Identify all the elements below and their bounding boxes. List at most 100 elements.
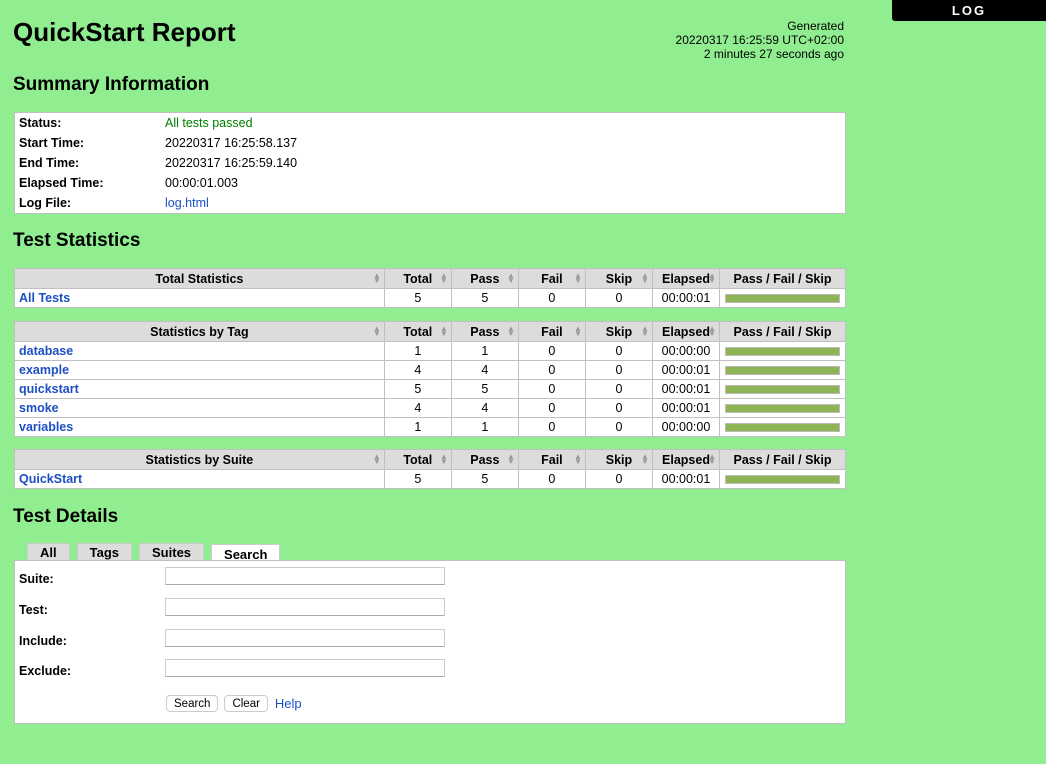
stats-header-skip[interactable]: Skip ▲ ▼ <box>584 449 653 470</box>
stats-header-skip[interactable]: Skip ▲ ▼ <box>584 321 653 342</box>
stats-row: example 4 4 0 0 00:00:01 <box>14 360 846 380</box>
stats-total: 1 <box>383 341 452 361</box>
total-statistics-table: Total Statistics ▲ ▼ Total ▲ ▼ Pass ▲ ▼ Fail ▲ ▼ Ski… <box>14 268 846 308</box>
stats-fail: 0 <box>517 469 586 489</box>
stats-header-row: Total Statistics ▲ ▼ Total ▲ ▼ Pass ▲ ▼ Fail ▲ ▼ Ski… <box>14 268 846 289</box>
stats-elapsed: 00:00:01 <box>651 360 721 380</box>
header-label: Pass / Fail / Skip <box>733 452 832 467</box>
stats-graph <box>719 288 846 308</box>
stats-header-row: Statistics by Tag ▲ ▼ Total ▲ ▼ Pass ▲ ▼ Fail ▲ ▼ Sk… <box>14 321 846 342</box>
tag-statistics-table: Statistics by Tag ▲ ▼ Total ▲ ▼ Pass ▲ ▼ Fail ▲ ▼ Sk… <box>14 321 846 437</box>
stats-header-name[interactable]: Statistics by Tag ▲ ▼ <box>14 321 385 342</box>
stats-row: variables 1 1 0 0 00:00:00 <box>14 417 846 437</box>
stats-row: QuickStart 5 5 0 0 00:00:01 <box>14 469 846 489</box>
header-label: Total <box>403 324 433 339</box>
stats-header-graph: Pass / Fail / Skip <box>719 321 846 342</box>
stats-name-link[interactable]: smoke <box>19 401 59 415</box>
stats-name-link[interactable]: example <box>19 363 69 377</box>
tab-all[interactable]: All <box>27 543 70 561</box>
stats-graph <box>719 379 846 399</box>
header-label: Fail <box>541 271 563 286</box>
header-label: Skip <box>605 271 633 286</box>
stats-header-pass[interactable]: Pass ▲ ▼ <box>450 268 519 289</box>
summary-row-log-file: Log File: log.html <box>15 193 846 214</box>
header-label: Pass <box>470 324 500 339</box>
stats-header-elapsed[interactable]: Elapsed ▲ ▼ <box>651 321 721 342</box>
stats-header-fail[interactable]: Fail ▲ ▼ <box>517 321 586 342</box>
stats-pass: 5 <box>450 469 519 489</box>
stats-header-name[interactable]: Statistics by Suite ▲ ▼ <box>14 449 385 470</box>
generated-ago: 2 minutes 27 seconds ago <box>703 47 844 61</box>
stats-header-skip[interactable]: Skip ▲ ▼ <box>584 268 653 289</box>
stats-graph <box>719 398 846 418</box>
stats-skip: 0 <box>584 417 653 437</box>
stats-graph <box>719 341 846 361</box>
details-heading: Test Details <box>13 506 119 527</box>
tab-tags[interactable]: Tags <box>76 543 133 561</box>
stats-name-link[interactable]: variables <box>19 420 73 434</box>
help-link[interactable]: Help <box>275 696 302 711</box>
stats-header-pass[interactable]: Pass ▲ ▼ <box>450 321 519 342</box>
stats-fail: 0 <box>517 360 586 380</box>
sort-icon: ▲ ▼ <box>708 324 717 338</box>
pass-bar <box>725 293 840 303</box>
stats-skip: 0 <box>584 360 653 380</box>
suite-label: Suite: <box>19 572 54 586</box>
stats-row: quickstart 5 5 0 0 00:00:01 <box>14 379 846 399</box>
stats-header-total[interactable]: Total ▲ ▼ <box>383 449 452 470</box>
pass-bar <box>725 474 840 484</box>
clear-button[interactable]: Clear <box>224 695 268 712</box>
pass-bar <box>725 365 840 375</box>
stats-name-link[interactable]: database <box>19 344 73 358</box>
summary-label: End Time: <box>19 155 80 170</box>
header-label: Pass / Fail / Skip <box>733 324 832 339</box>
sort-icon: ▲ ▼ <box>439 452 448 466</box>
stats-header-elapsed[interactable]: Elapsed ▲ ▼ <box>651 268 721 289</box>
stats-row: smoke 4 4 0 0 00:00:01 <box>14 398 846 418</box>
stats-header-name[interactable]: Total Statistics ▲ ▼ <box>14 268 385 289</box>
sort-icon: ▲ ▼ <box>506 271 515 285</box>
status-value: All tests passed <box>165 116 253 130</box>
header-label: Elapsed <box>662 452 710 467</box>
search-buttons: Search Clear Help <box>166 695 302 712</box>
search-button[interactable]: Search <box>166 695 219 712</box>
tab-suites[interactable]: Suites <box>139 543 205 561</box>
stats-name-link[interactable]: All Tests <box>19 291 70 305</box>
log-file-link[interactable]: log.html <box>165 196 209 210</box>
stats-name-link[interactable]: QuickStart <box>19 472 82 486</box>
stats-elapsed: 00:00:00 <box>651 341 721 361</box>
sort-icon: ▲ ▼ <box>372 452 381 466</box>
log-button[interactable]: LOG <box>892 0 1046 21</box>
stats-header-total[interactable]: Total ▲ ▼ <box>383 268 452 289</box>
exclude-input[interactable] <box>165 659 445 677</box>
header-label: Skip <box>605 324 633 339</box>
include-input[interactable] <box>165 629 445 647</box>
stats-header-elapsed[interactable]: Elapsed ▲ ▼ <box>651 449 721 470</box>
summary-label: Elapsed Time: <box>19 175 104 190</box>
stats-header-fail[interactable]: Fail ▲ ▼ <box>517 268 586 289</box>
header-label: Pass / Fail / Skip <box>733 271 832 286</box>
stats-header-fail[interactable]: Fail ▲ ▼ <box>517 449 586 470</box>
stats-skip: 0 <box>584 341 653 361</box>
stats-skip: 0 <box>584 288 653 308</box>
stats-skip: 0 <box>584 398 653 418</box>
report-title: QuickStart Report <box>13 17 236 47</box>
stats-header-total[interactable]: Total ▲ ▼ <box>383 321 452 342</box>
pass-bar <box>725 422 840 432</box>
stats-total: 4 <box>383 398 452 418</box>
stats-pass: 5 <box>450 288 519 308</box>
test-input[interactable] <box>165 598 445 616</box>
stats-total: 4 <box>383 360 452 380</box>
generated-info: Generated 20220317 16:25:59 UTC+02:00 2 … <box>676 19 844 61</box>
stats-elapsed: 00:00:00 <box>651 417 721 437</box>
sort-icon: ▲ ▼ <box>506 452 515 466</box>
stats-name-link[interactable]: quickstart <box>19 382 79 396</box>
header-label: Elapsed <box>662 271 710 286</box>
sort-icon: ▲ ▼ <box>641 271 649 285</box>
suite-statistics-table: Statistics by Suite ▲ ▼ Total ▲ ▼ Pass ▲ ▼ Fail ▲ ▼… <box>14 449 846 489</box>
suite-input[interactable] <box>165 567 445 585</box>
stats-header-pass[interactable]: Pass ▲ ▼ <box>450 449 519 470</box>
end-time-value: 20220317 16:25:59.140 <box>165 155 298 170</box>
generated-time: 20220317 16:25:59 UTC+02:00 <box>675 33 844 47</box>
summary-heading: Summary Information <box>13 74 210 95</box>
